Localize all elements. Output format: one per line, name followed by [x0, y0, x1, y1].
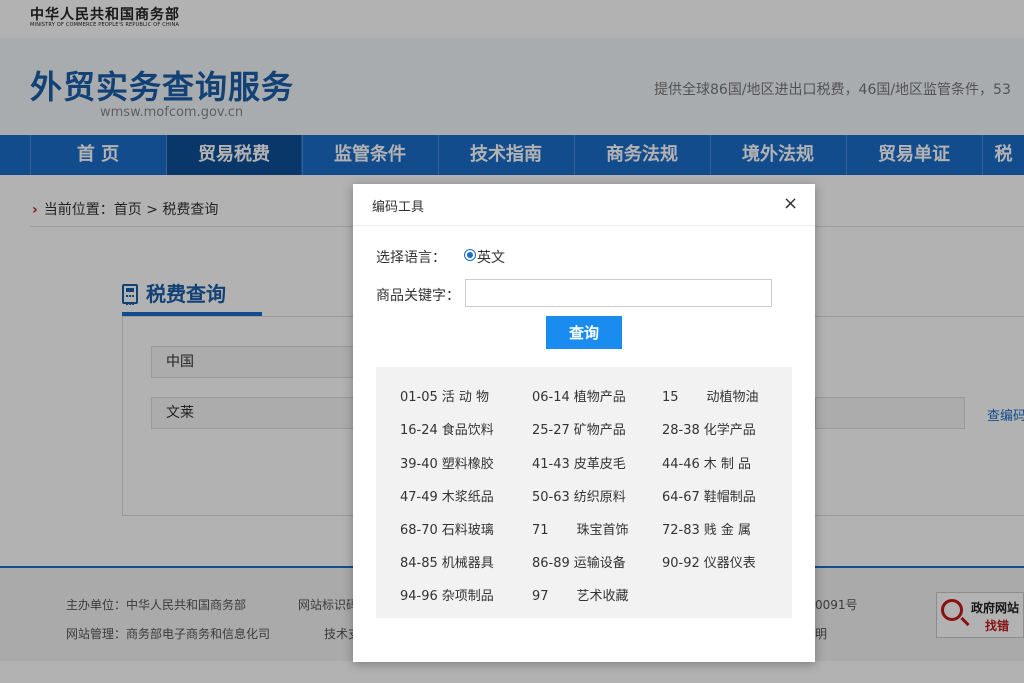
close-icon[interactable]: × [783, 194, 798, 214]
category-item[interactable]: 72-83 贱 金 属 [662, 519, 751, 538]
category-item[interactable]: 39-40 塑料橡胶 [400, 453, 494, 472]
dialog-header: 编码工具 × [353, 184, 815, 226]
category-item[interactable]: 47-49 木浆纸品 [400, 486, 494, 505]
category-item[interactable]: 01-05 活 动 物 [400, 386, 489, 405]
category-item[interactable]: 06-14 植物产品 [532, 386, 626, 405]
category-item[interactable]: 71 珠宝首饰 [532, 519, 629, 538]
category-item[interactable]: 44-46 木 制 品 [662, 453, 751, 472]
category-item[interactable]: 15 动植物油 [662, 386, 759, 405]
keyword-label: 商品关键字： [376, 288, 460, 304]
category-item[interactable]: 86-89 运输设备 [532, 552, 626, 571]
english-radio[interactable] [464, 249, 476, 261]
category-item[interactable]: 90-92 仪器仪表 [662, 552, 756, 571]
category-list: 01-05 活 动 物 06-14 植物产品 15 动植物油 16-24 食品饮料 25… [376, 367, 792, 618]
category-item[interactable]: 28-38 化学产品 [662, 419, 756, 438]
keyword-input[interactable] [465, 279, 772, 307]
category-item[interactable]: 94-96 杂项制品 [400, 585, 494, 604]
category-item[interactable]: 25-27 矿物产品 [532, 419, 626, 438]
english-radio-label[interactable]: 英文 [477, 247, 505, 267]
category-item[interactable]: 97 艺术收藏 [532, 585, 629, 604]
search-button[interactable]: 查询 [546, 316, 622, 349]
category-item[interactable]: 84-85 机械器具 [400, 552, 494, 571]
dialog-title: 编码工具 [372, 200, 425, 215]
category-item[interactable]: 50-63 纺织原料 [532, 486, 626, 505]
category-item[interactable]: 68-70 石料玻璃 [400, 519, 494, 538]
category-item[interactable]: 64-67 鞋帽制品 [662, 486, 756, 505]
code-tool-dialog: 编码工具 × 选择语言： 英文 商品关键字： 查询 01-05 活 动 物 06-… [353, 184, 815, 662]
category-item[interactable]: 41-43 皮革皮毛 [532, 453, 626, 472]
language-label: 选择语言： [376, 250, 446, 266]
category-item[interactable]: 16-24 食品饮料 [400, 419, 494, 438]
